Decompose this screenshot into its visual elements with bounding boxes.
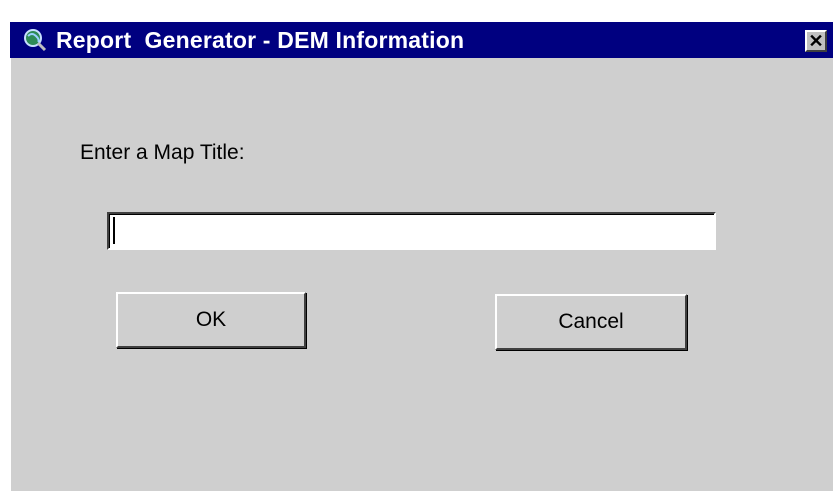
close-icon: ✕ bbox=[808, 31, 824, 51]
dialog-window bbox=[10, 22, 833, 491]
close-button[interactable]: ✕ bbox=[805, 30, 827, 52]
map-title-label: Enter a Map Title: bbox=[80, 141, 245, 164]
title-bar[interactable]: Report Generator - DEM Information ✕ bbox=[10, 22, 833, 58]
ok-button[interactable]: OK bbox=[116, 292, 306, 348]
text-caret bbox=[113, 217, 115, 244]
cancel-button[interactable]: Cancel bbox=[495, 294, 687, 350]
globe-magnifier-icon[interactable] bbox=[23, 28, 47, 52]
window-title: Report Generator - DEM Information bbox=[56, 27, 465, 53]
map-title-input[interactable] bbox=[107, 212, 716, 250]
